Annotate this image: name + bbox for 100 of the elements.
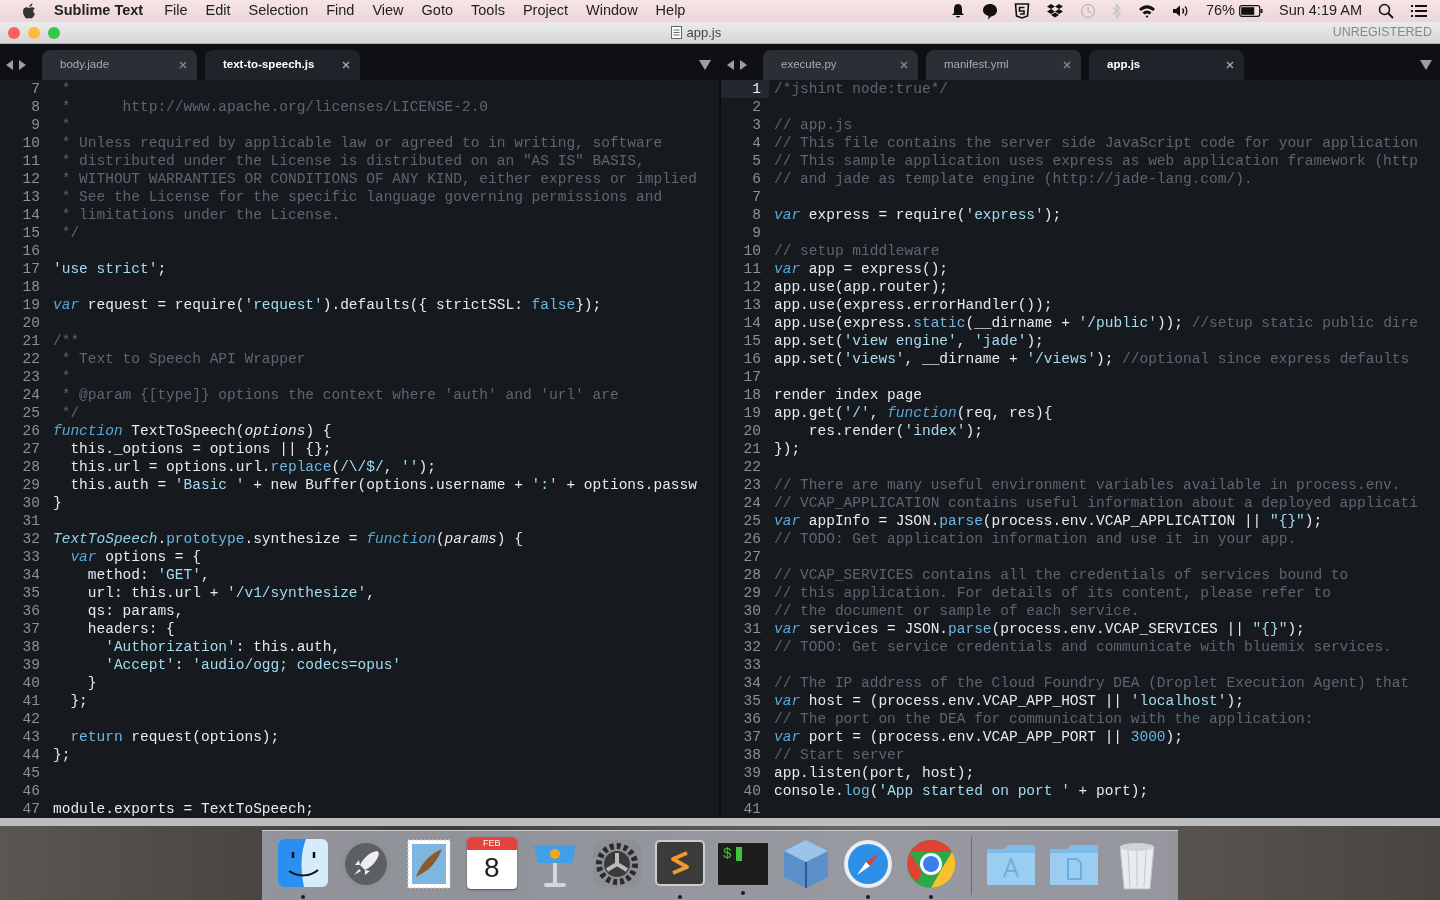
code-line: *	[60, 80, 71, 98]
search-icon[interactable]	[1378, 3, 1394, 19]
line-number: 21	[742, 440, 762, 458]
line-number: 15	[21, 224, 41, 242]
apple-icon[interactable]	[22, 3, 36, 19]
left-arrow-icon[interactable]	[727, 60, 735, 70]
close-icon[interactable]	[342, 61, 350, 69]
line-number: 38	[21, 638, 41, 656]
code-line: headers: {	[86, 620, 175, 638]
menu-item[interactable]: File	[155, 0, 197, 22]
code-line: /*jshint node:true*/	[773, 80, 949, 98]
wifi-icon[interactable]	[1137, 4, 1156, 18]
code-line: // This file contains the server side JavaScript code for your application	[773, 134, 1418, 152]
shield-icon[interactable]	[1013, 3, 1030, 19]
line-number: 13	[21, 188, 41, 206]
line-number: 17	[21, 260, 41, 278]
line-number: 19	[21, 296, 41, 314]
line-number: 10	[21, 134, 41, 152]
line-number: 29	[742, 584, 762, 602]
menu-item[interactable]: Window	[577, 0, 647, 22]
line-number: 2	[751, 98, 762, 116]
editor-tab[interactable]: text-to-speech.js	[205, 50, 360, 80]
close-icon[interactable]	[1063, 61, 1071, 69]
close-icon[interactable]	[179, 61, 187, 69]
speaker-icon[interactable]	[1171, 4, 1190, 18]
line-number: 9	[30, 116, 41, 134]
code-line: }	[52, 494, 62, 512]
editor-tab[interactable]: body.jade	[42, 50, 197, 80]
menu-item[interactable]: Project	[513, 0, 578, 22]
code-line: * Unless required by applicable law or agreed to in writing, software	[60, 134, 663, 152]
line-number: 22	[21, 350, 41, 368]
line-number: 24	[742, 494, 762, 512]
line-number: 27	[21, 440, 41, 458]
window-title: app.js	[686, 23, 722, 42]
code-line: this._options = options || {};	[69, 440, 332, 458]
line-number: 16	[21, 242, 41, 260]
code-line: method: 'GET',	[86, 566, 210, 584]
menu-item[interactable]: Help	[646, 0, 695, 22]
code-line: // TODO: Get service credentials and communicate with bluemix services.	[773, 638, 1392, 656]
code-line: app.use(express.static(__dirname + '/public')); //setup static public dire	[773, 314, 1418, 332]
code-line: 'Accept': 'audio/ogg; codecs=opus'	[104, 656, 402, 674]
line-number: 33	[21, 548, 41, 566]
code-line: // setup middleware	[773, 242, 940, 260]
calendar-icon[interactable]: FEB 8	[466, 837, 517, 889]
line-number: 19	[742, 404, 762, 422]
code-line: // There are many useful environment variables available in process.env.	[773, 476, 1401, 494]
line-number: 9	[751, 224, 762, 242]
line-number: 44	[21, 746, 41, 764]
menu-item[interactable]: Goto	[412, 0, 463, 22]
close-icon[interactable]	[1226, 61, 1234, 69]
menu-item[interactable]: Find	[317, 0, 364, 22]
menu-item[interactable]: Selection	[239, 0, 318, 22]
line-number: 43	[21, 728, 41, 746]
code-line: */	[60, 404, 80, 422]
line-number: 6	[751, 170, 762, 188]
right-arrow-icon[interactable]	[739, 60, 747, 70]
line-number: 40	[742, 782, 762, 800]
line-number: 11	[742, 260, 762, 278]
code-line: app.use(app.router);	[773, 278, 949, 296]
battery-icon[interactable]	[1238, 5, 1263, 17]
line-number: 41	[742, 800, 762, 818]
line-number: 33	[742, 656, 762, 674]
menu-item[interactable]: View	[363, 0, 413, 22]
close-icon[interactable]	[900, 61, 908, 69]
menu-item[interactable]: Edit	[196, 0, 240, 22]
line-number: 23	[742, 476, 762, 494]
code-line: // The IP address of the Cloud Foundry DEA (Droplet Execution Agent) that	[773, 674, 1410, 692]
dropdown-icon[interactable]	[1420, 60, 1432, 70]
code-line: * See the License for the specific language governing permissions and	[60, 188, 663, 206]
dropdown-icon[interactable]	[699, 60, 711, 70]
menu-clock[interactable]: Sun 4:19 AM	[1278, 0, 1362, 22]
line-number: 12	[21, 170, 41, 188]
editor-tab[interactable]: manifest.yml	[926, 50, 1081, 80]
editor-tab[interactable]: execute.py	[763, 50, 918, 80]
line-number: 42	[21, 710, 41, 728]
line-number: 13	[742, 296, 762, 314]
terminal-icon[interactable]: $	[715, 841, 770, 887]
code-line: * Text to Speech API Wrapper	[60, 350, 306, 368]
line-number: 35	[21, 584, 41, 602]
line-number: 32	[21, 530, 41, 548]
code-line: function TextToSpeech(options) {	[52, 422, 332, 440]
left-arrow-icon[interactable]	[6, 60, 14, 70]
list-icon[interactable]	[1410, 4, 1428, 18]
line-number: 16	[742, 350, 762, 368]
boxes-icon[interactable]	[1045, 3, 1064, 19]
code-line: // The port on the DEA for communication with the application:	[773, 710, 1314, 728]
code-line: var express = require('express');	[773, 206, 1062, 224]
speech-bubble-icon[interactable]	[981, 2, 998, 20]
line-number: 34	[21, 566, 41, 584]
code-line: *	[60, 368, 71, 386]
horizontal-scrollbar[interactable]	[0, 818, 1440, 826]
right-arrow-icon[interactable]	[18, 60, 26, 70]
document-icon	[671, 26, 683, 39]
app-menu[interactable]: Sublime Text	[36, 0, 156, 22]
menu-item[interactable]: Tools	[462, 0, 514, 22]
line-number: 14	[21, 206, 41, 224]
code-line: res.render('index');	[807, 422, 983, 440]
editor-tab[interactable]: app.js	[1089, 50, 1244, 80]
line-number: 47	[21, 800, 41, 818]
code-line: render index page	[773, 386, 922, 404]
